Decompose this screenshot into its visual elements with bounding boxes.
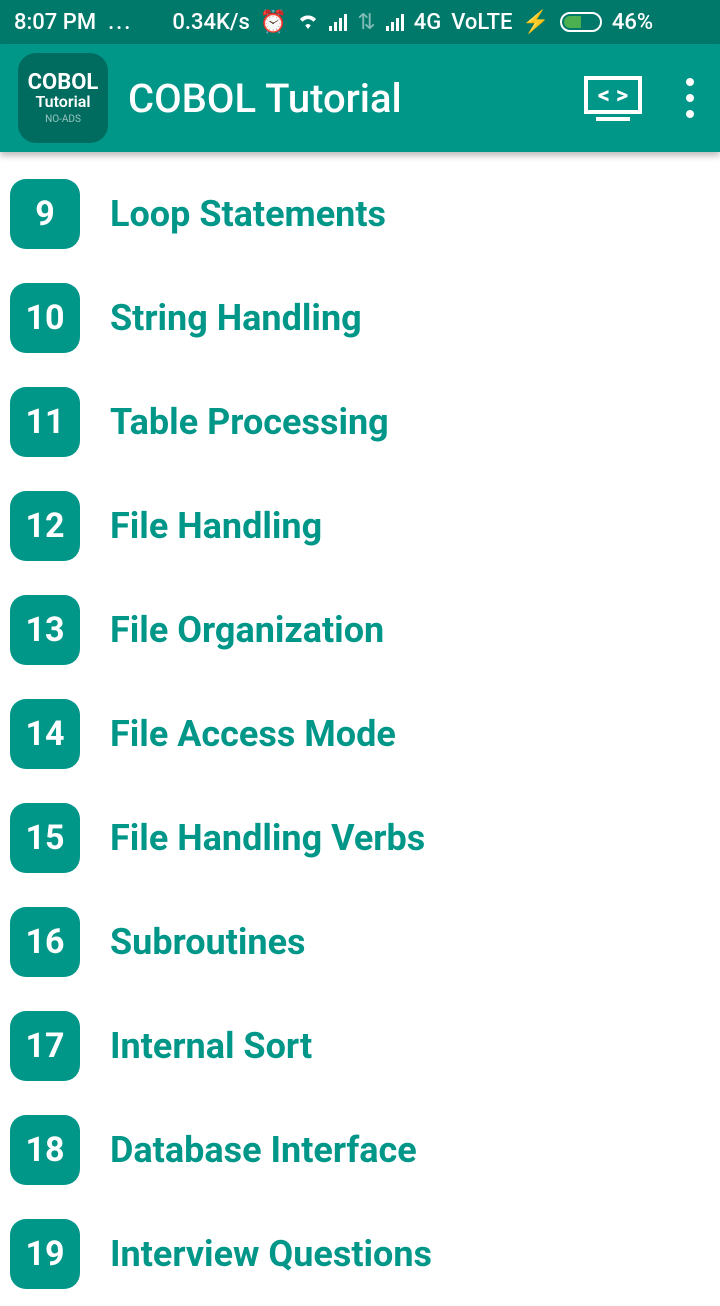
status-notif-icon: ... bbox=[108, 10, 132, 35]
alarm-icon: ⏰ bbox=[260, 10, 287, 35]
lesson-item[interactable]: 15 File Handling Verbs bbox=[10, 786, 710, 890]
lesson-item[interactable]: 9 Loop Statements bbox=[10, 162, 710, 266]
status-battery-pct: 46% bbox=[612, 10, 653, 35]
lesson-item[interactable]: 18 Database Interface bbox=[10, 1098, 710, 1202]
app-icon: COBOL Tutorial NO-ADS bbox=[18, 53, 108, 143]
lesson-number: 14 bbox=[10, 699, 80, 769]
lesson-number: 13 bbox=[10, 595, 80, 665]
wifi-icon bbox=[297, 10, 319, 35]
lesson-item[interactable]: 14 File Access Mode bbox=[10, 682, 710, 786]
battery-icon bbox=[560, 12, 602, 32]
lesson-number: 10 bbox=[10, 283, 80, 353]
lesson-item[interactable]: 13 File Organization bbox=[10, 578, 710, 682]
lesson-label: File Organization bbox=[110, 609, 384, 651]
lesson-number: 12 bbox=[10, 491, 80, 561]
lesson-label: String Handling bbox=[110, 297, 362, 339]
lesson-number: 17 bbox=[10, 1011, 80, 1081]
status-speed: 0.34K/s bbox=[172, 10, 249, 35]
lesson-item[interactable]: 19 Interview Questions bbox=[10, 1202, 710, 1306]
lesson-item[interactable]: 10 String Handling bbox=[10, 266, 710, 370]
lesson-number: 15 bbox=[10, 803, 80, 873]
lesson-item[interactable]: 17 Internal Sort bbox=[10, 994, 710, 1098]
lesson-label: File Handling Verbs bbox=[110, 817, 425, 859]
signal-2-icon bbox=[386, 13, 404, 31]
lesson-number: 11 bbox=[10, 387, 80, 457]
lesson-label: Interview Questions bbox=[110, 1233, 432, 1275]
status-bar: 8:07 PM ... 0.34K/s ⏰ ⇅ 4G VoLTE ⚡ 46% bbox=[0, 0, 720, 44]
lesson-label: Database Interface bbox=[110, 1129, 417, 1171]
app-bar: COBOL Tutorial NO-ADS COBOL Tutorial < > bbox=[0, 44, 720, 152]
lesson-number: 19 bbox=[10, 1219, 80, 1289]
code-screen-icon[interactable]: < > bbox=[584, 76, 642, 121]
page-title: COBOL Tutorial bbox=[128, 75, 402, 122]
lesson-label: Internal Sort bbox=[110, 1025, 312, 1067]
more-menu-icon[interactable] bbox=[678, 78, 702, 118]
lesson-label: File Access Mode bbox=[110, 713, 396, 755]
signal-1-icon bbox=[329, 13, 347, 31]
lesson-label: Table Processing bbox=[110, 401, 389, 443]
lesson-item[interactable]: 16 Subroutines bbox=[10, 890, 710, 994]
lesson-item[interactable]: 12 File Handling bbox=[10, 474, 710, 578]
data-arrows-icon: ⇅ bbox=[357, 10, 375, 35]
lesson-label: Subroutines bbox=[110, 921, 306, 963]
status-network: 4G bbox=[414, 10, 442, 35]
lesson-list: 9 Loop Statements 10 String Handling 11 … bbox=[0, 152, 720, 1306]
lesson-number: 18 bbox=[10, 1115, 80, 1185]
status-time: 8:07 PM bbox=[14, 10, 96, 35]
lesson-item[interactable]: 11 Table Processing bbox=[10, 370, 710, 474]
lesson-label: Loop Statements bbox=[110, 193, 386, 235]
lesson-number: 16 bbox=[10, 907, 80, 977]
charging-icon: ⚡ bbox=[522, 10, 549, 35]
lesson-label: File Handling bbox=[110, 505, 322, 547]
status-volte: VoLTE bbox=[451, 10, 512, 35]
lesson-number: 9 bbox=[10, 179, 80, 249]
